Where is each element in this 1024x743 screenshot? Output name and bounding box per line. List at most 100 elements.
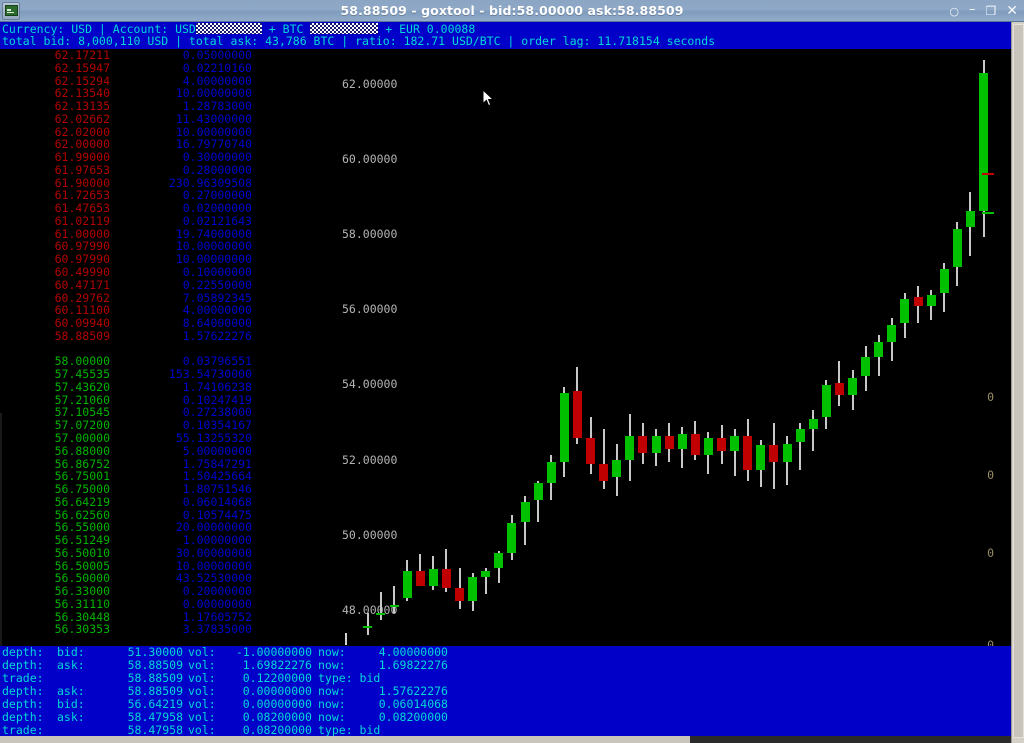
ask-price: 61.02119 — [54, 213, 110, 228]
candle-body — [965, 210, 975, 228]
bid-row[interactable]: 56.75001 1.50425664 — [0, 470, 336, 483]
candle-body — [703, 437, 713, 455]
ask-row[interactable]: 62.02000 10.00000000 — [0, 125, 336, 139]
bid-row[interactable]: 56.86752 1.75847291 — [0, 457, 336, 471]
bid-price: 57.43620 — [54, 379, 110, 394]
candle-body — [664, 436, 674, 450]
bid-row[interactable]: 57.10545 0.27238000 — [0, 406, 336, 419]
bid-row[interactable]: 56.62560 0.10574475 — [0, 508, 336, 522]
ask-volume: 8.64000000 — [182, 316, 252, 331]
ask-price: 62.02662 — [54, 111, 110, 126]
candle-body — [756, 445, 766, 470]
price-tick-label: 62.00000 — [342, 76, 398, 91]
ask-row[interactable]: 62.13135 1.28783000 — [0, 100, 336, 113]
ask-row[interactable]: 61.72653 0.27000000 — [0, 189, 336, 202]
bid-row[interactable]: 56.31110 0.00000000 — [0, 598, 336, 611]
candle-body — [481, 571, 491, 577]
bid-row[interactable]: 56.75000 1.80751546 — [0, 483, 336, 496]
ask-row[interactable]: 61.97653 0.28000000 — [0, 164, 336, 177]
candle-body — [638, 436, 648, 453]
ask-row[interactable]: 62.17211 0.05000000 — [0, 49, 336, 62]
bid-row[interactable]: 56.51249 1.00000000 — [0, 534, 336, 547]
bid-row[interactable]: 57.21060 0.10247419 — [0, 393, 336, 407]
bid-row[interactable]: 58.00000 0.03796551 — [0, 355, 336, 368]
candle-body — [690, 434, 700, 455]
horizontal-scroll-thumb[interactable] — [0, 736, 690, 743]
candle-body — [625, 436, 635, 461]
bid-row[interactable]: 56.88000 5.00000000 — [0, 444, 336, 458]
bid-volume: 0.00000000 — [182, 596, 252, 611]
candle-body — [939, 268, 949, 294]
vertical-scroll-thumb[interactable] — [1013, 24, 1024, 738]
ask-row[interactable]: 62.02662 11.43000000 — [0, 113, 336, 126]
event-log-panel[interactable]: depth: bid: 51.30000 vol: -1.00000000 now: 4.0… — [0, 646, 1011, 737]
bid-price: 56.64219 — [54, 494, 110, 509]
maximize-button[interactable]: ❐ — [986, 5, 997, 17]
window-title: 58.88509 - goxtool - bid:58.00000 ask:58… — [340, 3, 684, 18]
ask-row[interactable]: 61.90000 230.96309508 — [0, 176, 336, 190]
candlestick-chart[interactable]: 62.00000 60.00000 58.00000 56.00000 54.00000… — [336, 49, 1011, 646]
ask-row[interactable]: 62.00000 16.79770740 — [0, 138, 336, 151]
text-caret — [345, 633, 347, 645]
volume-tick-label: 0 — [987, 546, 994, 560]
bid-row[interactable]: 56.50000 43.52530000 — [0, 572, 336, 585]
ask-row[interactable]: 60.29762 7.05892345 — [0, 291, 336, 305]
ask-row[interactable]: 62.13540 10.00000000 — [0, 87, 336, 100]
ask-row[interactable]: 61.47653 0.02000000 — [0, 202, 336, 215]
bid-row[interactable]: 57.43620 1.74106238 — [0, 381, 336, 394]
window-titlebar[interactable]: 58.88509 - goxtool - bid:58.00000 ask:58… — [0, 0, 1024, 22]
bid-row[interactable]: 56.33000 0.20000000 — [0, 585, 336, 598]
ask-price-marker — [982, 173, 994, 175]
bid-price: 56.30353 — [54, 622, 110, 637]
bid-row[interactable]: 56.30448 1.17605752 — [0, 610, 336, 624]
ask-volume: 0.02210160 — [182, 60, 252, 75]
candle-body — [717, 437, 726, 452]
ask-row[interactable]: 60.47171 0.22550000 — [0, 279, 336, 292]
bid-row[interactable]: 57.07200 0.10354167 — [0, 419, 336, 432]
candle-body — [402, 571, 412, 598]
ask-row[interactable]: 60.49990 0.10000000 — [0, 266, 336, 279]
bid-row[interactable]: 57.45535 153.54730000 — [0, 368, 336, 381]
candle-body — [808, 419, 818, 429]
bid-row[interactable]: 56.64219 0.06014068 — [0, 496, 336, 509]
candle-body — [612, 460, 622, 478]
price-tick-label: 56.00000 — [342, 302, 398, 317]
ask-row[interactable]: 60.97990 10.00000000 — [0, 240, 336, 253]
horizontal-scrollbar[interactable] — [0, 736, 1011, 743]
close-button[interactable]: ✕ — [1006, 4, 1018, 18]
candle-body — [468, 576, 478, 602]
bid-row[interactable]: 56.30353 3.37835000 — [0, 623, 336, 636]
ask-row[interactable]: 62.15947 0.02210160 — [0, 60, 336, 75]
ask-price: 60.47171 — [54, 277, 110, 292]
candle-body — [730, 436, 740, 452]
ask-list[interactable]: 62.17211 0.05000000 62.15947 0.02210160 62.1… — [0, 49, 336, 343]
ask-row[interactable]: 61.02119 0.02121643 — [0, 215, 336, 228]
ask-row[interactable]: 60.11100 4.00000000 — [0, 304, 336, 317]
ask-row[interactable]: 58.88509 1.57622276 — [0, 330, 336, 343]
ask-row[interactable]: 61.99000 0.30000000 — [0, 151, 336, 164]
bid-row[interactable]: 57.00000 55.13255320 — [0, 432, 336, 445]
candle-wick — [812, 409, 815, 452]
bid-list[interactable]: 58.00000 0.03796551 57.45535 153.54730000 57… — [0, 355, 336, 636]
candle-body — [821, 385, 831, 418]
bid-row[interactable]: 56.50010 30.00000000 — [0, 547, 336, 560]
candle-body — [926, 295, 936, 307]
ask-row[interactable]: 60.09940 8.64000000 — [0, 317, 336, 330]
minimize-button[interactable]: – — [969, 3, 976, 16]
candle-body — [559, 392, 569, 463]
log-side: ask: — [57, 658, 85, 672]
candle-body — [389, 605, 399, 608]
bid-volume: 1.00000000 — [182, 533, 252, 548]
candle-body — [599, 464, 609, 482]
ask-row[interactable]: 61.00000 19.74000000 — [0, 227, 336, 241]
ask-price: 61.97653 — [54, 162, 110, 177]
ask-row[interactable]: 60.97990 10.00000000 — [0, 253, 336, 266]
bid-row[interactable]: 56.55000 20.00000000 — [0, 521, 336, 534]
bid-row[interactable]: 56.50005 10.00000000 — [0, 559, 336, 573]
shade-button[interactable]: ○ — [949, 6, 959, 17]
vertical-scrollbar[interactable] — [1011, 22, 1024, 743]
candle-body — [651, 436, 661, 453]
candle-body — [415, 571, 425, 587]
ask-row[interactable]: 62.15294 4.00000000 — [0, 74, 336, 88]
orderbook-panel[interactable]: 62.17211 0.05000000 62.15947 0.02210160 62.1… — [0, 49, 336, 636]
